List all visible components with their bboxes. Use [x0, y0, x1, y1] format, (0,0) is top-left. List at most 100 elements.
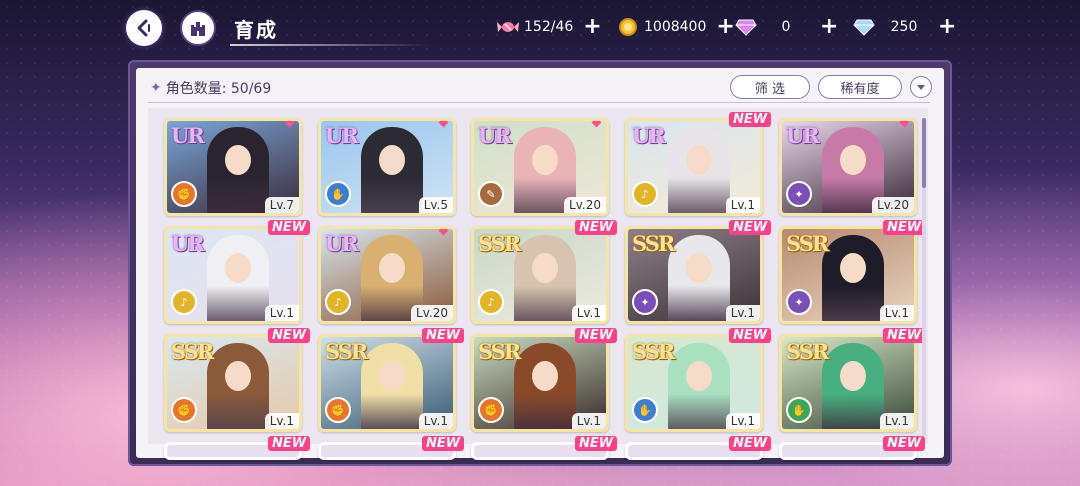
- new-badge: NEW: [883, 220, 926, 235]
- dark-element-icon: ✦: [632, 289, 658, 315]
- character-face: [379, 253, 405, 283]
- character-card[interactable]: SSR ✦ Lv.1: [779, 226, 917, 324]
- level-label: Lv.1: [879, 413, 914, 429]
- fire-element-icon: ✊: [171, 181, 197, 207]
- character-face: [686, 361, 712, 391]
- character-card[interactable]: UR ♪ Lv.20: [318, 226, 456, 324]
- character-face: [225, 145, 251, 175]
- character-card[interactable]: UR ♪ Lv.1: [164, 226, 302, 324]
- light-element-icon: ♪: [632, 181, 658, 207]
- character-card[interactable]: SSR ✊ Lv.1: [318, 334, 456, 432]
- light-element-icon: ♪: [171, 289, 197, 315]
- rarity-badge: UR: [786, 123, 820, 148]
- light-element-icon: ♪: [478, 289, 504, 315]
- candy-value: 152/46: [524, 19, 574, 35]
- character-face: [840, 253, 866, 283]
- resource-blue-diamond: 250 +: [852, 14, 956, 40]
- water-element-icon: ✋: [632, 397, 658, 423]
- pink-diamond-value: 0: [781, 19, 791, 35]
- filter-button[interactable]: 筛 选: [730, 75, 810, 99]
- level-label: Lv.7: [264, 197, 299, 213]
- add-candy-button[interactable]: +: [583, 16, 601, 38]
- rarity-badge: SSR: [632, 339, 675, 364]
- character-count: ✦ 角色数量: 50/69: [150, 78, 271, 98]
- header-divider: [148, 102, 930, 103]
- character-face: [225, 253, 251, 283]
- level-label: Lv.1: [571, 305, 606, 321]
- character-card[interactable]: SSR ✋ Lv.1: [625, 334, 763, 432]
- blue-diamond-icon: [852, 15, 876, 39]
- light-element-icon: ♪: [325, 289, 351, 315]
- add-blue-diamond-button[interactable]: +: [938, 16, 956, 38]
- rarity-sort-button[interactable]: 稀有度: [818, 75, 902, 99]
- rarity-badge: SSR: [478, 339, 521, 364]
- title-underline: [230, 44, 430, 46]
- new-badge: NEW: [883, 328, 926, 343]
- back-button[interactable]: [126, 10, 162, 46]
- rarity-badge: SSR: [325, 339, 368, 364]
- character-card[interactable]: SSR ✊ Lv.1: [471, 334, 609, 432]
- character-card[interactable]: UR ✎ Lv.20: [471, 118, 609, 216]
- level-label: Lv.1: [879, 305, 914, 321]
- level-label: Lv.20: [411, 305, 453, 321]
- new-badge: NEW: [729, 112, 772, 127]
- character-face: [532, 361, 558, 391]
- fire-element-icon: ✊: [171, 397, 197, 423]
- wind-element-icon: ✋: [786, 397, 812, 423]
- level-label: Lv.1: [725, 305, 760, 321]
- new-badge: NEW: [729, 328, 772, 343]
- level-label: Lv.20: [564, 197, 606, 213]
- character-card[interactable]: SSR ✊ Lv.1: [164, 334, 302, 432]
- new-badge: NEW: [422, 328, 465, 343]
- level-label: Lv.1: [571, 413, 606, 429]
- chevron-down-icon: [917, 85, 925, 90]
- level-label: Lv.20: [872, 197, 914, 213]
- earth-element-icon: ✎: [478, 181, 504, 207]
- home-button[interactable]: [180, 10, 216, 46]
- rarity-badge: SSR: [478, 231, 521, 256]
- sparkle-icon: ✦: [150, 80, 162, 96]
- top-bar: 育成 152/46 + 1008400 + 0 + 250 +: [0, 0, 1080, 56]
- new-badge: NEW: [268, 328, 311, 343]
- rarity-badge: SSR: [632, 231, 675, 256]
- character-card[interactable]: SSR ✋ Lv.1: [779, 334, 917, 432]
- character-card[interactable]: UR ✊ Lv.7: [164, 118, 302, 216]
- rarity-badge: UR: [171, 123, 205, 148]
- character-card[interactable]: UR ♪ Lv.1: [625, 118, 763, 216]
- page-title: 育成: [234, 18, 278, 42]
- add-gold-button[interactable]: +: [716, 16, 734, 38]
- add-pink-diamond-button[interactable]: +: [820, 16, 838, 38]
- character-card[interactable]: UR ✦ Lv.20: [779, 118, 917, 216]
- back-arrow-icon: [137, 19, 150, 37]
- castle-icon: [191, 22, 205, 36]
- fire-element-icon: ✊: [325, 397, 351, 423]
- character-face: [532, 145, 558, 175]
- new-badge: NEW: [729, 436, 772, 451]
- character-card[interactable]: SSR ♪ Lv.1: [471, 226, 609, 324]
- dark-element-icon: ✦: [786, 289, 812, 315]
- gold-coin-icon: [616, 15, 640, 39]
- new-badge: NEW: [575, 220, 618, 235]
- character-card[interactable]: SSR ✦ Lv.1: [625, 226, 763, 324]
- character-face: [686, 145, 712, 175]
- blue-diamond-value: 250: [890, 19, 918, 35]
- rarity-badge: SSR: [786, 339, 829, 364]
- new-badge: NEW: [729, 220, 772, 235]
- new-badge: NEW: [575, 328, 618, 343]
- rarity-badge: UR: [325, 231, 359, 256]
- resource-gold: 1008400 +: [616, 14, 735, 40]
- new-badge: NEW: [268, 220, 311, 235]
- level-label: Lv.1: [418, 413, 453, 429]
- candy-icon: [496, 15, 520, 39]
- character-face: [379, 145, 405, 175]
- sort-order-button[interactable]: [910, 76, 932, 98]
- scrollbar-thumb[interactable]: [922, 118, 926, 188]
- rarity-badge: UR: [171, 231, 205, 256]
- character-card[interactable]: UR ✋ Lv.5: [318, 118, 456, 216]
- level-label: Lv.1: [264, 305, 299, 321]
- character-face: [379, 361, 405, 391]
- new-badge: NEW: [422, 436, 465, 451]
- character-count-label: 角色数量: 50/69: [165, 81, 272, 97]
- character-face: [686, 253, 712, 283]
- character-face: [532, 253, 558, 283]
